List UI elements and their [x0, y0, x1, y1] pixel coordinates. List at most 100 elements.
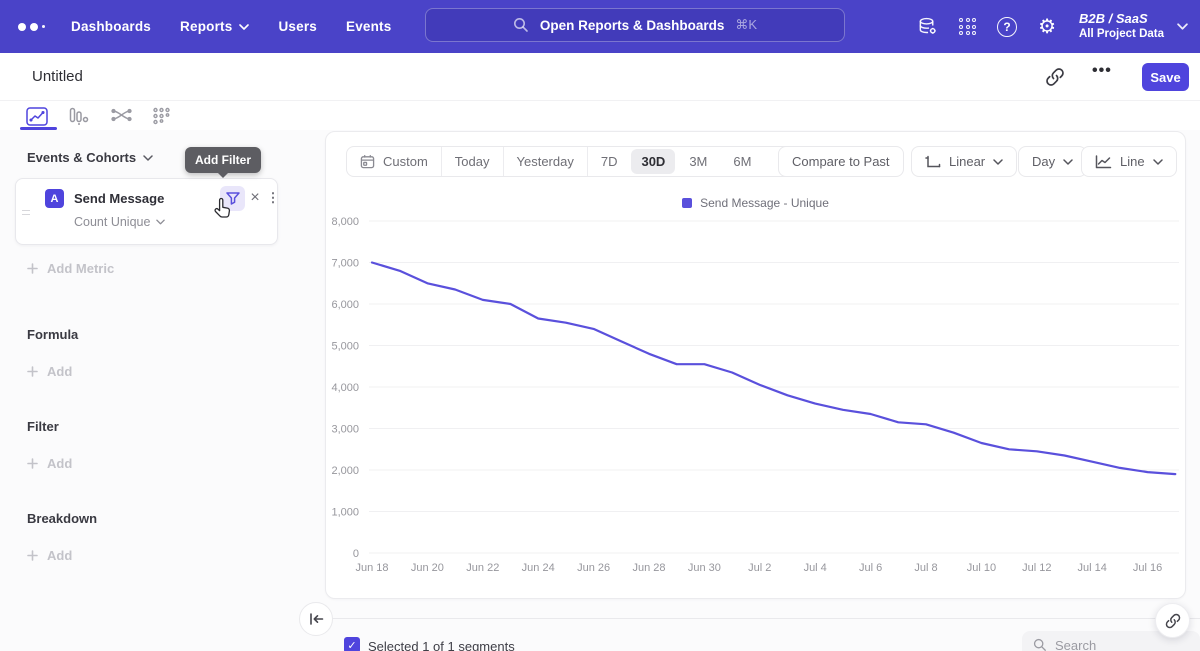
svg-text:6,000: 6,000 — [331, 299, 359, 311]
svg-text:0: 0 — [353, 548, 359, 560]
svg-text:Jul 16: Jul 16 — [1133, 562, 1162, 574]
help-icon[interactable]: ? — [997, 17, 1017, 37]
nav-events[interactable]: Events — [346, 19, 391, 34]
scale-selector[interactable]: Linear — [911, 146, 1017, 177]
tab-bar-chart[interactable] — [66, 104, 92, 128]
search-icon — [1033, 638, 1047, 651]
svg-text:Jul 14: Jul 14 — [1078, 562, 1107, 574]
plus-icon — [27, 550, 38, 561]
project-switcher[interactable]: B2B / SaaS All Project Data — [1079, 11, 1164, 43]
global-search-placeholder: Open Reports & Dashboards — [540, 18, 725, 33]
keyboard-shortcut: ⌘K — [735, 17, 757, 33]
more-options-icon[interactable]: ••• — [1092, 62, 1112, 80]
date-range-6m[interactable]: 6M — [720, 147, 764, 176]
report-title[interactable]: Untitled — [32, 68, 83, 85]
linear-axes-icon — [925, 155, 941, 169]
chevron-down-icon[interactable] — [1177, 23, 1188, 30]
chevron-down-icon — [1153, 159, 1163, 165]
svg-text:Jun 28: Jun 28 — [632, 562, 665, 574]
segments-search-input[interactable] — [1055, 638, 1165, 651]
line-chart: 01,0002,0003,0004,0005,0006,0007,0008,00… — [331, 206, 1187, 581]
date-range-custom[interactable]: Custom — [347, 147, 442, 176]
svg-text:Jun 20: Jun 20 — [411, 562, 444, 574]
svg-text:3,000: 3,000 — [331, 424, 359, 436]
logo-dot — [18, 23, 26, 31]
chevron-down-icon — [239, 24, 249, 30]
kebab-menu-icon[interactable]: ⋮ — [266, 188, 280, 208]
remove-metric-icon[interactable]: × — [246, 187, 264, 209]
aggregation-label: Count Unique — [74, 215, 150, 229]
nav-links: Dashboards Reports Users Events — [71, 19, 391, 34]
compare-to-past-button[interactable]: Compare to Past — [778, 146, 904, 177]
save-button[interactable]: Save — [1142, 63, 1189, 91]
interval-label: Day — [1032, 154, 1055, 169]
add-breakdown-label: Add — [47, 548, 72, 563]
search-icon — [513, 17, 529, 33]
tab-flows[interactable] — [108, 104, 134, 128]
plus-icon — [27, 263, 38, 274]
bar-chart-tab-icon — [69, 107, 89, 126]
global-search-button[interactable]: Open Reports & Dashboards ⌘K — [425, 8, 845, 42]
tab-insights-line[interactable] — [24, 104, 50, 128]
drag-handle-icon[interactable] — [22, 207, 30, 218]
scale-label: Linear — [949, 154, 985, 169]
date-range-30d-active[interactable]: 30D — [631, 149, 675, 174]
events-cohorts-heading[interactable]: Events & Cohorts — [27, 150, 153, 165]
mixpanel-logo[interactable] — [18, 23, 54, 31]
svg-text:1,000: 1,000 — [331, 507, 359, 519]
add-metric-label: Add Metric — [47, 261, 114, 276]
bottom-divider — [316, 618, 1200, 619]
nav-reports-label: Reports — [180, 19, 232, 34]
chart-type-selector[interactable]: Line — [1081, 146, 1177, 177]
calendar-icon — [360, 154, 375, 169]
svg-text:4,000: 4,000 — [331, 382, 359, 394]
date-range-3m[interactable]: 3M — [676, 147, 720, 176]
plus-icon — [27, 458, 38, 469]
settings-gear-icon[interactable]: ⚙ — [1038, 17, 1056, 37]
filter-section-title: Filter — [27, 419, 59, 434]
series-badge: A — [45, 189, 64, 208]
nav-dashboards[interactable]: Dashboards — [71, 19, 151, 34]
event-name[interactable]: Send Message — [74, 191, 164, 206]
chart-type-tabstrip — [0, 100, 1200, 130]
svg-text:2,000: 2,000 — [331, 465, 359, 477]
copy-link-icon[interactable] — [1044, 66, 1066, 88]
date-range-custom-label: Custom — [383, 154, 428, 169]
date-range-control: Custom Today Yesterday 7D 30D 3M 6M 12M — [346, 146, 817, 177]
report-title-bar: Untitled — [0, 53, 1200, 101]
add-filter-button[interactable] — [220, 186, 245, 211]
share-link-button[interactable] — [1155, 603, 1190, 638]
svg-text:8,000: 8,000 — [331, 216, 359, 228]
add-formula-button[interactable]: Add — [27, 364, 72, 379]
svg-text:Jul 4: Jul 4 — [804, 562, 827, 574]
top-nav: Dashboards Reports Users Events Open Rep… — [0, 0, 1200, 53]
nav-reports[interactable]: Reports — [180, 19, 249, 34]
svg-text:Jun 22: Jun 22 — [466, 562, 499, 574]
date-range-yesterday[interactable]: Yesterday — [504, 147, 588, 176]
project-name: B2B / SaaS — [1079, 11, 1164, 28]
metric-card: A Send Message × ⋮ Count Unique — [15, 178, 278, 245]
active-tab-underline — [20, 127, 57, 130]
line-chart-icon — [1095, 155, 1112, 169]
add-filter-tooltip: Add Filter — [185, 147, 261, 173]
segments-checkbox[interactable]: ✓ — [344, 637, 360, 651]
apps-grid-icon[interactable] — [959, 18, 976, 35]
aggregation-selector[interactable]: Count Unique — [74, 215, 165, 229]
interval-selector[interactable]: Day — [1018, 146, 1087, 177]
svg-text:Jun 26: Jun 26 — [577, 562, 610, 574]
date-range-today[interactable]: Today — [442, 147, 504, 176]
add-metric-button[interactable]: Add Metric — [27, 261, 114, 276]
collapse-sidebar-button[interactable] — [299, 602, 333, 636]
chart-card: Custom Today Yesterday 7D 30D 3M 6M 12M … — [325, 131, 1186, 599]
nav-users[interactable]: Users — [278, 19, 317, 34]
line-chart-tab-icon — [26, 107, 48, 126]
add-breakdown-button[interactable]: Add — [27, 548, 72, 563]
chevron-down-icon — [143, 155, 153, 161]
add-filter-row-button[interactable]: Add — [27, 456, 72, 471]
data-management-icon[interactable] — [917, 16, 938, 37]
collapse-left-icon — [309, 613, 324, 625]
tab-retention-grid[interactable] — [148, 104, 174, 128]
date-range-7d[interactable]: 7D — [588, 147, 631, 176]
flows-tab-icon — [111, 107, 132, 125]
retention-grid-tab-icon — [152, 107, 171, 126]
